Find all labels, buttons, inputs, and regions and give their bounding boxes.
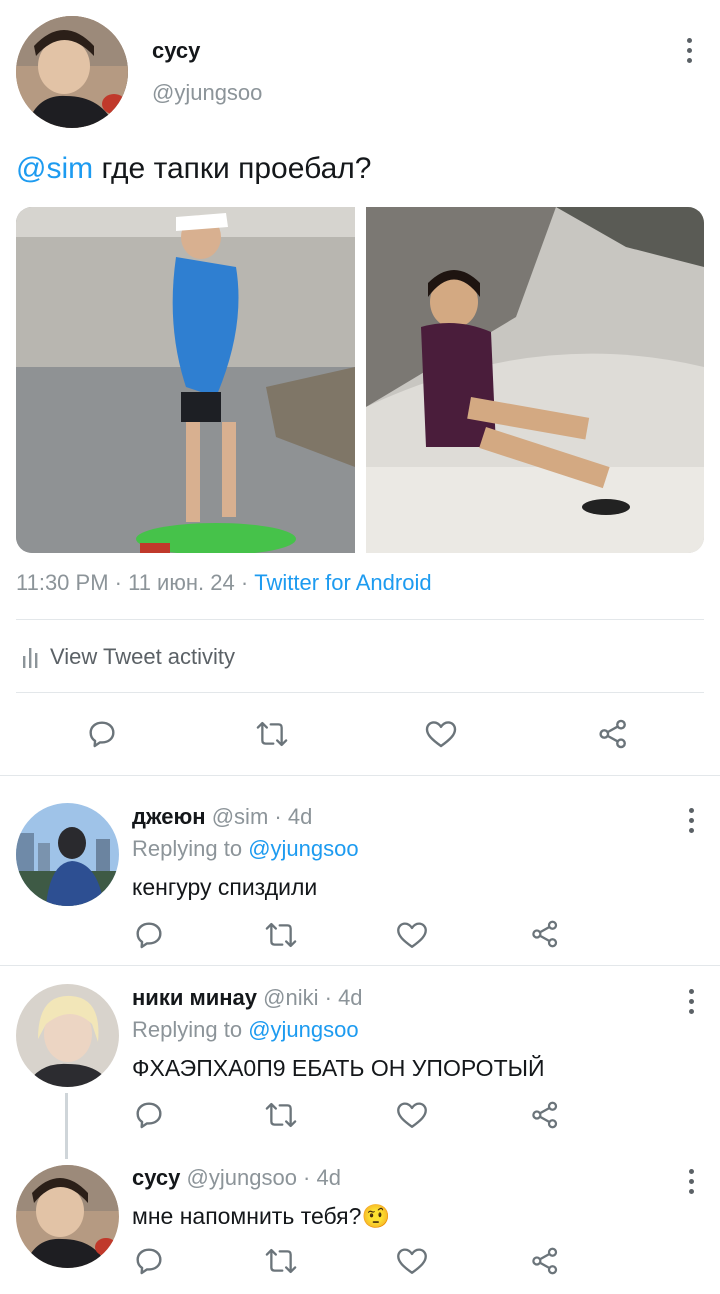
view-tweet-activity[interactable]: View Tweet activity bbox=[22, 644, 235, 670]
retweet-icon[interactable] bbox=[254, 718, 290, 750]
like-icon[interactable] bbox=[395, 1245, 429, 1277]
reply-avatar[interactable] bbox=[16, 803, 119, 906]
replying-to-label: Replying to bbox=[132, 836, 243, 861]
tweet-media-1[interactable] bbox=[16, 207, 355, 553]
reply-icon[interactable] bbox=[133, 1099, 165, 1131]
divider bbox=[16, 619, 704, 620]
section-divider bbox=[0, 965, 720, 966]
retweet-icon[interactable] bbox=[263, 919, 299, 951]
reply-header: джеюн @sim · 4d bbox=[132, 804, 312, 830]
retweet-icon[interactable] bbox=[263, 1245, 299, 1277]
meta-separator: · bbox=[296, 1165, 317, 1190]
replying-to: Replying to @yjungsoo bbox=[132, 836, 359, 862]
meta-separator: · bbox=[234, 570, 255, 595]
author-avatar[interactable] bbox=[16, 16, 128, 128]
meta-separator: · bbox=[268, 804, 288, 829]
replying-to-handle[interactable]: @yjungsoo bbox=[248, 1017, 358, 1042]
reply-text: мне напомнить тебя?🤨 bbox=[132, 1203, 390, 1230]
more-options-icon[interactable] bbox=[687, 989, 695, 1014]
thread-line bbox=[65, 1093, 68, 1159]
like-icon[interactable] bbox=[395, 1099, 429, 1131]
tweet-time: 11:30 PM bbox=[16, 570, 109, 595]
tweet-date: 11 июн. 24 bbox=[128, 570, 235, 595]
author-handle[interactable]: @yjungsoo bbox=[152, 80, 262, 106]
reply-age: 4d bbox=[338, 985, 363, 1010]
share-icon[interactable] bbox=[530, 1246, 560, 1276]
more-options-icon[interactable] bbox=[687, 1169, 695, 1194]
replying-to: Replying to @yjungsoo bbox=[132, 1017, 359, 1043]
share-icon[interactable] bbox=[530, 919, 560, 949]
reply-author-name[interactable]: джеюн bbox=[132, 804, 206, 829]
raised-eyebrow-emoji-icon: 🤨 bbox=[361, 1203, 391, 1229]
retweet-icon[interactable] bbox=[263, 1099, 299, 1131]
like-icon[interactable] bbox=[395, 919, 429, 951]
more-options-icon[interactable] bbox=[687, 808, 695, 833]
reply-author-name[interactable]: ники минау bbox=[132, 985, 257, 1010]
share-icon[interactable] bbox=[596, 718, 630, 750]
more-options-icon[interactable] bbox=[685, 38, 693, 63]
reply-avatar[interactable] bbox=[16, 984, 119, 1087]
reply-icon[interactable] bbox=[133, 1245, 165, 1277]
meta-separator: · bbox=[108, 570, 129, 595]
tweet-body: где тапки проебал? bbox=[93, 152, 372, 185]
activity-label: View Tweet activity bbox=[50, 644, 236, 669]
like-icon[interactable] bbox=[423, 718, 459, 750]
meta-separator: · bbox=[318, 985, 339, 1010]
reply-icon[interactable] bbox=[133, 919, 165, 951]
reply-author-handle[interactable]: @yjungsoo bbox=[187, 1165, 297, 1190]
divider bbox=[16, 692, 704, 693]
reply-age: 4d bbox=[316, 1165, 341, 1190]
reply-author-name[interactable]: сусу bbox=[132, 1165, 180, 1190]
replying-to-handle[interactable]: @yjungsoo bbox=[248, 836, 358, 861]
reply-icon[interactable] bbox=[86, 718, 118, 750]
tweet-text: @sim где тапки проебал? bbox=[16, 152, 371, 186]
reply-header: сусу @yjungsoo · 4d bbox=[132, 1165, 341, 1191]
tweet-media-2[interactable] bbox=[366, 207, 704, 553]
author-name[interactable]: сусу bbox=[152, 38, 200, 64]
tweet-meta: 11:30 PM · 11 июн. 24 · Twitter for Andr… bbox=[16, 570, 432, 596]
reply-author-handle[interactable]: @sim bbox=[212, 804, 269, 829]
reply-text: кенгуру спиздили bbox=[132, 874, 318, 900]
replying-to-label: Replying to bbox=[132, 1017, 243, 1042]
bar-chart-icon bbox=[22, 646, 40, 668]
reply-text: ФХАЭПХА0П9 ЕБАТЬ ОН УПОРОТЫЙ bbox=[132, 1055, 545, 1081]
reply-avatar[interactable] bbox=[16, 1165, 119, 1268]
reply-text-body: мне напомнить тебя? bbox=[132, 1203, 362, 1229]
tweet-source-link[interactable]: Twitter for Android bbox=[254, 570, 431, 595]
share-icon[interactable] bbox=[530, 1100, 560, 1130]
reply-age: 4d bbox=[287, 804, 313, 829]
section-divider bbox=[0, 775, 720, 776]
mention-link[interactable]: @sim bbox=[16, 152, 93, 185]
reply-author-handle[interactable]: @niki bbox=[263, 985, 318, 1010]
reply-header: ники минау @niki · 4d bbox=[132, 985, 363, 1011]
